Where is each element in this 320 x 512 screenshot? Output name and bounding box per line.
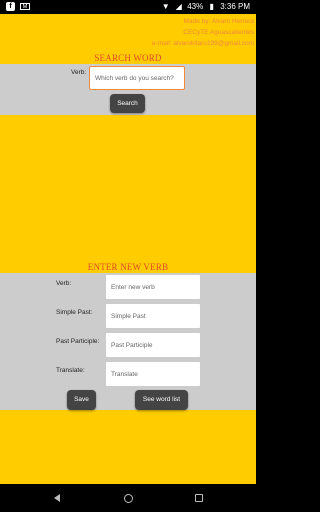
recents-button[interactable] [192,491,206,505]
app-screen: Made by: Alvaro Herrera CECyTE Aguascali… [0,14,256,484]
system-status: ▼ ◢ 43% ▮ 3:36 PM [161,2,250,11]
verb-label: Verb: [56,280,72,287]
verb-input[interactable] [106,275,200,299]
credits: Made by: Alvaro Herrera CECyTE Aguascali… [152,16,254,49]
home-icon [123,493,133,503]
past-participle-input[interactable] [106,333,200,357]
back-icon [54,494,60,502]
battery-percent: 43% [187,2,204,11]
notification-icons: f M [6,2,30,11]
search-input[interactable] [89,66,185,90]
facebook-icon: f [6,2,15,11]
credits-author: Made by: Alvaro Herrera [183,18,254,25]
search-button[interactable]: Search [110,94,145,113]
clock: 3:36 PM [220,2,250,11]
search-panel: Verb: Search [0,64,256,115]
navigation-bar [0,484,256,512]
search-verb-label: Verb: [71,69,87,76]
new-verb-title: ENTER NEW VERB [87,262,169,272]
wifi-icon: ▼ [161,2,170,11]
translate-label: Translate: [56,367,85,374]
translate-input[interactable] [106,362,200,386]
simple-past-label: Simple Past: [56,309,93,316]
gmail-icon: M [20,3,30,10]
see-word-list-button[interactable]: See word list [135,390,188,410]
recents-icon [195,494,203,502]
simple-past-input[interactable] [106,304,200,328]
new-verb-panel: Verb: Simple Past: Past Participle: Tran… [0,273,256,410]
search-title: SEARCH WORD [94,53,162,63]
back-button[interactable] [50,491,64,505]
home-button[interactable] [121,491,135,505]
past-participle-label: Past Participle: [56,338,100,345]
battery-icon: ▮ [209,2,214,11]
credits-email: e-mail: alvarokitaro199@gmail.com [152,40,254,47]
save-button[interactable]: Save [67,390,96,410]
signal-icon: ◢ [175,2,182,11]
credits-school: CECyTE Aguascalientes [183,29,254,36]
status-bar: f M ▼ ◢ 43% ▮ 3:36 PM [0,0,256,14]
